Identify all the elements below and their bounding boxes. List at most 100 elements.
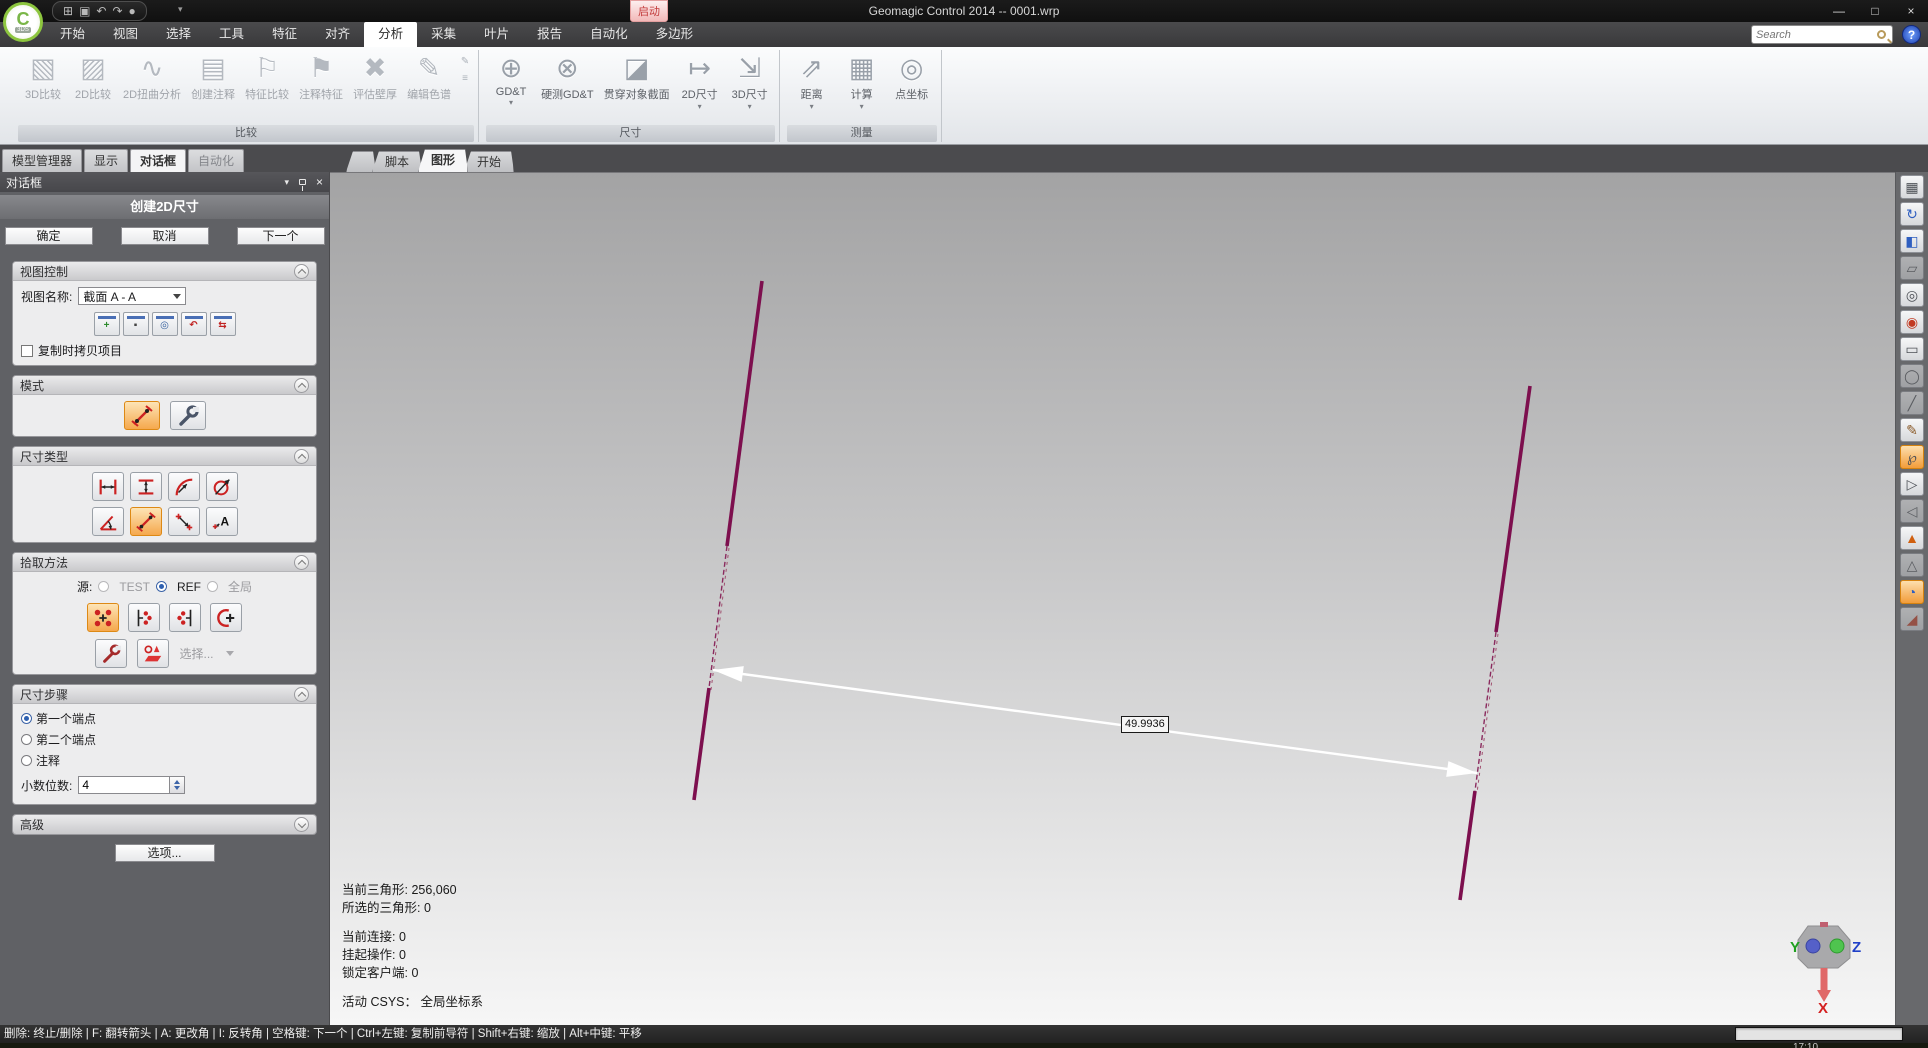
- section-header-dimension-steps[interactable]: 尺寸步骤: [13, 685, 316, 704]
- collapse-icon[interactable]: [294, 448, 309, 464]
- radio-first-endpoint[interactable]: [21, 713, 32, 724]
- view-new-button[interactable]: +: [93, 312, 120, 336]
- distance-button[interactable]: ⇗ 距离 ▾: [787, 50, 837, 111]
- polygon-select-icon[interactable]: ▷: [1900, 472, 1924, 496]
- flood-select-icon[interactable]: ▲: [1900, 526, 1924, 550]
- radio-annotation[interactable]: [21, 755, 32, 766]
- through-object-section-button[interactable]: ◪ 贯穿对象截面: [599, 50, 675, 102]
- view-restore-button[interactable]: ↶: [180, 312, 207, 336]
- decimals-input[interactable]: [78, 776, 171, 794]
- section-header-view-control[interactable]: 视图控制: [13, 262, 316, 281]
- doc-tab-graphics[interactable]: 图形: [418, 149, 468, 172]
- chevron-down-icon[interactable]: ▾: [698, 102, 702, 111]
- 2d-compare-button[interactable]: ▨ 2D比较: [68, 50, 118, 102]
- two-point-dimension-button[interactable]: [167, 507, 200, 536]
- pick-edge-left-button[interactable]: [128, 603, 160, 632]
- section-header-mode[interactable]: 模式: [13, 376, 316, 395]
- qat-more-icon[interactable]: ▾: [178, 4, 183, 15]
- collapse-icon[interactable]: [294, 817, 309, 832]
- minimize-button[interactable]: —: [1828, 4, 1850, 18]
- panel-close-icon[interactable]: ×: [316, 176, 323, 188]
- app-logo[interactable]: C 3DS: [3, 2, 43, 42]
- aligned-dimension-button[interactable]: [129, 507, 162, 536]
- pick-region-button[interactable]: [137, 639, 170, 668]
- iso-view-icon[interactable]: ▦: [1900, 175, 1924, 199]
- radio-test[interactable]: [98, 581, 110, 592]
- doc-tab-start[interactable]: 开始: [464, 151, 514, 172]
- redo-icon[interactable]: ↷: [112, 5, 122, 17]
- close-button[interactable]: ×: [1900, 4, 1922, 18]
- options-button[interactable]: 选项...: [114, 844, 215, 862]
- pick-tool-button[interactable]: [95, 639, 128, 668]
- feature-compare-button[interactable]: ⚐ 特征比较: [240, 50, 294, 102]
- lasso-select-icon[interactable]: ℘: [1900, 445, 1924, 469]
- collapse-icon[interactable]: [294, 377, 309, 393]
- diameter-dimension-button[interactable]: [205, 472, 238, 501]
- view-save-button[interactable]: ▪: [122, 312, 149, 336]
- radio-global[interactable]: [207, 581, 218, 592]
- dimension-line[interactable]: [712, 666, 1478, 777]
- tab-select[interactable]: 选择: [152, 22, 205, 47]
- tab-blade[interactable]: 叶片: [470, 22, 523, 47]
- mini-list-icon[interactable]: ≡: [462, 73, 468, 84]
- view-switch-button[interactable]: ⇆: [209, 312, 236, 336]
- dimension-value-label[interactable]: 49.9936: [1121, 716, 1169, 733]
- pan-icon[interactable]: ◧: [1900, 229, 1924, 253]
- mini-edit-icon[interactable]: ✎: [461, 56, 469, 67]
- chevron-down-icon[interactable]: ▾: [810, 102, 814, 111]
- decimals-spinner[interactable]: [170, 776, 186, 794]
- panel-tab-dialog[interactable]: 对话框: [130, 149, 187, 172]
- paintbrush-select-icon[interactable]: ✎: [1900, 418, 1924, 442]
- spin-icon[interactable]: ◉: [1900, 310, 1924, 334]
- vertical-dimension-button[interactable]: [129, 472, 162, 501]
- csys-axis-triad[interactable]: Y Z X: [1780, 918, 1870, 1013]
- calculate-button[interactable]: ▦ 计算 ▾: [837, 50, 887, 111]
- undo-icon[interactable]: ↶: [96, 5, 106, 17]
- tab-start[interactable]: 开始: [46, 22, 99, 47]
- save-icon[interactable]: ▣: [79, 5, 90, 17]
- tab-polygons[interactable]: 多边形: [642, 22, 708, 47]
- next-button[interactable]: 下一个: [236, 227, 325, 245]
- collapse-icon[interactable]: [294, 686, 309, 702]
- flood-select-alt-icon[interactable]: △: [1900, 553, 1924, 577]
- 2d-dimension-button[interactable]: ↦ 2D尺寸 ▾: [675, 50, 725, 111]
- doc-tab-stub[interactable]: [346, 151, 376, 172]
- line-select-icon[interactable]: ╱: [1900, 391, 1924, 415]
- polyline-select-icon[interactable]: ◁: [1900, 499, 1924, 523]
- radius-dimension-button[interactable]: [167, 472, 200, 501]
- search-icon[interactable]: [1877, 30, 1886, 39]
- viewport-canvas[interactable]: 49.9936 当前三角形: 256,060 所选的三角形: 0 当前连接: 0…: [330, 172, 1895, 1025]
- 3d-dimension-button[interactable]: ⇲ 3D尺寸 ▾: [725, 50, 775, 111]
- mode-dimension-button[interactable]: [123, 401, 160, 430]
- pin-icon[interactable]: [298, 179, 306, 191]
- defeature-icon[interactable]: ◢: [1900, 607, 1924, 631]
- section-header-advanced[interactable]: 高级: [13, 815, 316, 834]
- angle-dimension-button[interactable]: [91, 507, 124, 536]
- radio-second-endpoint[interactable]: [21, 734, 32, 745]
- tab-automation[interactable]: 自动化: [576, 22, 642, 47]
- help-button[interactable]: ?: [1902, 25, 1921, 44]
- tab-align[interactable]: 对齐: [311, 22, 364, 47]
- rotate-icon[interactable]: ↻: [1900, 202, 1924, 226]
- select-dropdown[interactable]: 选择...: [179, 645, 213, 662]
- chevron-down-icon[interactable]: ▾: [509, 98, 513, 107]
- horizontal-dimension-button[interactable]: [91, 472, 124, 501]
- create-annotation-button[interactable]: ▤ 创建注释: [186, 50, 240, 102]
- custom-region-icon[interactable]: ◔: [1900, 580, 1924, 604]
- panel-menu-icon[interactable]: ▾: [284, 177, 289, 188]
- point-coordinates-button[interactable]: ◎ 点坐标: [887, 50, 937, 102]
- panel-tab-display[interactable]: 显示: [84, 149, 129, 172]
- pick-ref-points-button[interactable]: [87, 603, 119, 632]
- section-header-pick-method[interactable]: 拾取方法: [13, 553, 316, 572]
- tab-tools[interactable]: 工具: [205, 22, 258, 47]
- right-scan-line[interactable]: [1458, 385, 1532, 901]
- panel-tab-model-manager[interactable]: 模型管理器: [2, 149, 83, 172]
- search-input[interactable]: [1756, 28, 1877, 41]
- chevron-down-icon[interactable]: ▾: [860, 102, 864, 111]
- edit-spectrum-button[interactable]: ✎ 编辑色谱: [402, 50, 456, 102]
- 3d-compare-button[interactable]: ▧ 3D比较: [18, 50, 68, 102]
- zoom-window-icon[interactable]: ◎: [1900, 283, 1924, 307]
- collapse-icon[interactable]: [294, 554, 309, 570]
- 2d-warp-analysis-button[interactable]: ∿ 2D扭曲分析: [118, 50, 186, 102]
- mode-tool-button[interactable]: [169, 401, 206, 430]
